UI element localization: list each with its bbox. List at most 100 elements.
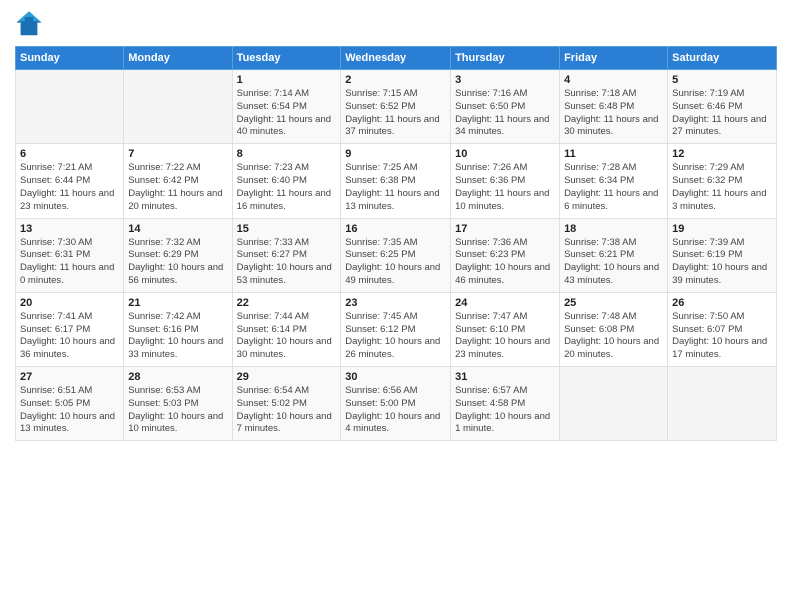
day-info: Sunrise: 6:51 AM Sunset: 5:05 PM Dayligh…	[20, 385, 119, 436]
day-cell: 5 Sunrise: 7:19 AM Sunset: 6:46 PM Daylig…	[668, 70, 777, 144]
day-number: 9	[345, 148, 446, 160]
day-cell: 15 Sunrise: 7:33 AM Sunset: 6:27 PM Dayli…	[232, 218, 341, 292]
day-cell: 19Sunrise: 7:39 AM Sunset: 6:19 PM Dayli…	[668, 218, 777, 292]
day-number: 6	[20, 148, 119, 160]
day-info: Sunrise: 7:18 AM Sunset: 6:48 PM Dayligh…	[564, 88, 663, 139]
day-cell: 21 Sunrise: 7:42 AM Sunset: 6:16 PM Dayli…	[124, 292, 232, 366]
day-info: Sunrise: 7:44 AM Sunset: 6:14 PM Dayligh…	[237, 311, 337, 362]
day-cell: 17 Sunrise: 7:36 AM Sunset: 6:23 PM Dayli…	[451, 218, 560, 292]
day-cell: 25Sunrise: 7:48 AM Sunset: 6:08 PM Dayli…	[560, 292, 668, 366]
day-number: 28	[128, 371, 227, 383]
day-info: Sunrise: 7:33 AM Sunset: 6:27 PM Dayligh…	[237, 237, 337, 288]
day-number: 7	[128, 148, 227, 160]
day-info: Sunrise: 7:29 AM Sunset: 6:32 PM Dayligh…	[672, 162, 772, 213]
day-info: Sunrise: 7:30 AM Sunset: 6:31 PM Dayligh…	[20, 237, 119, 288]
day-cell: 22 Sunrise: 7:44 AM Sunset: 6:14 PM Dayli…	[232, 292, 341, 366]
header	[15, 10, 777, 38]
day-number: 10	[455, 148, 555, 160]
day-info: Sunrise: 7:23 AM Sunset: 6:40 PM Dayligh…	[237, 162, 337, 213]
week-row-3: 13 Sunrise: 7:30 AM Sunset: 6:31 PM Dayli…	[16, 218, 777, 292]
day-cell	[560, 367, 668, 441]
day-number: 4	[564, 74, 663, 86]
day-info: Sunrise: 7:39 AM Sunset: 6:19 PM Dayligh…	[672, 237, 772, 288]
day-info: Sunrise: 7:21 AM Sunset: 6:44 PM Dayligh…	[20, 162, 119, 213]
day-info: Sunrise: 6:54 AM Sunset: 5:02 PM Dayligh…	[237, 385, 337, 436]
day-cell: 6 Sunrise: 7:21 AM Sunset: 6:44 PM Daylig…	[16, 144, 124, 218]
day-info: Sunrise: 7:38 AM Sunset: 6:21 PM Dayligh…	[564, 237, 663, 288]
day-cell: 8 Sunrise: 7:23 AM Sunset: 6:40 PM Daylig…	[232, 144, 341, 218]
day-info: Sunrise: 7:19 AM Sunset: 6:46 PM Dayligh…	[672, 88, 772, 139]
day-cell	[668, 367, 777, 441]
day-number: 22	[237, 297, 337, 309]
weekday-header-tuesday: Tuesday	[232, 47, 341, 70]
day-info: Sunrise: 7:50 AM Sunset: 6:07 PM Dayligh…	[672, 311, 772, 362]
day-info: Sunrise: 7:42 AM Sunset: 6:16 PM Dayligh…	[128, 311, 227, 362]
day-info: Sunrise: 7:48 AM Sunset: 6:08 PM Dayligh…	[564, 311, 663, 362]
day-cell: 7 Sunrise: 7:22 AM Sunset: 6:42 PM Daylig…	[124, 144, 232, 218]
day-number: 1	[237, 74, 337, 86]
weekday-header-monday: Monday	[124, 47, 232, 70]
weekday-header-wednesday: Wednesday	[341, 47, 451, 70]
day-number: 16	[345, 223, 446, 235]
day-info: Sunrise: 7:14 AM Sunset: 6:54 PM Dayligh…	[237, 88, 337, 139]
day-number: 8	[237, 148, 337, 160]
day-info: Sunrise: 7:25 AM Sunset: 6:38 PM Dayligh…	[345, 162, 446, 213]
day-number: 27	[20, 371, 119, 383]
weekday-header-friday: Friday	[560, 47, 668, 70]
day-cell: 10 Sunrise: 7:26 AM Sunset: 6:36 PM Dayli…	[451, 144, 560, 218]
day-cell: 12 Sunrise: 7:29 AM Sunset: 6:32 PM Dayli…	[668, 144, 777, 218]
week-row-5: 27 Sunrise: 6:51 AM Sunset: 5:05 PM Dayli…	[16, 367, 777, 441]
day-number: 17	[455, 223, 555, 235]
week-row-4: 20 Sunrise: 7:41 AM Sunset: 6:17 PM Dayli…	[16, 292, 777, 366]
day-info: Sunrise: 7:41 AM Sunset: 6:17 PM Dayligh…	[20, 311, 119, 362]
logo-icon	[15, 10, 43, 38]
day-number: 29	[237, 371, 337, 383]
day-cell: 30Sunrise: 6:56 AM Sunset: 5:00 PM Dayli…	[341, 367, 451, 441]
day-number: 20	[20, 297, 119, 309]
day-cell: 13 Sunrise: 7:30 AM Sunset: 6:31 PM Dayli…	[16, 218, 124, 292]
day-info: Sunrise: 7:22 AM Sunset: 6:42 PM Dayligh…	[128, 162, 227, 213]
day-cell: 23 Sunrise: 7:45 AM Sunset: 6:12 PM Dayli…	[341, 292, 451, 366]
day-info: Sunrise: 7:32 AM Sunset: 6:29 PM Dayligh…	[128, 237, 227, 288]
day-number: 11	[564, 148, 663, 160]
day-cell	[16, 70, 124, 144]
day-cell: 14 Sunrise: 7:32 AM Sunset: 6:29 PM Dayli…	[124, 218, 232, 292]
day-info: Sunrise: 7:47 AM Sunset: 6:10 PM Dayligh…	[455, 311, 555, 362]
day-number: 3	[455, 74, 555, 86]
day-number: 18	[564, 223, 663, 235]
day-info: Sunrise: 7:15 AM Sunset: 6:52 PM Dayligh…	[345, 88, 446, 139]
weekday-header-row: SundayMondayTuesdayWednesdayThursdayFrid…	[16, 47, 777, 70]
day-cell: 24 Sunrise: 7:47 AM Sunset: 6:10 PM Dayli…	[451, 292, 560, 366]
day-info: Sunrise: 7:16 AM Sunset: 6:50 PM Dayligh…	[455, 88, 555, 139]
calendar: SundayMondayTuesdayWednesdayThursdayFrid…	[15, 46, 777, 441]
day-info: Sunrise: 7:35 AM Sunset: 6:25 PM Dayligh…	[345, 237, 446, 288]
day-cell: 9 Sunrise: 7:25 AM Sunset: 6:38 PM Daylig…	[341, 144, 451, 218]
day-number: 31	[455, 371, 555, 383]
day-number: 13	[20, 223, 119, 235]
week-row-2: 6 Sunrise: 7:21 AM Sunset: 6:44 PM Daylig…	[16, 144, 777, 218]
day-info: Sunrise: 7:26 AM Sunset: 6:36 PM Dayligh…	[455, 162, 555, 213]
day-info: Sunrise: 6:53 AM Sunset: 5:03 PM Dayligh…	[128, 385, 227, 436]
weekday-header-thursday: Thursday	[451, 47, 560, 70]
day-cell	[124, 70, 232, 144]
week-row-1: 1 Sunrise: 7:14 AM Sunset: 6:54 PM Daylig…	[16, 70, 777, 144]
day-number: 24	[455, 297, 555, 309]
day-info: Sunrise: 6:57 AM Sunset: 4:58 PM Dayligh…	[455, 385, 555, 436]
day-cell: 28 Sunrise: 6:53 AM Sunset: 5:03 PM Dayli…	[124, 367, 232, 441]
day-cell: 18 Sunrise: 7:38 AM Sunset: 6:21 PM Dayli…	[560, 218, 668, 292]
day-number: 14	[128, 223, 227, 235]
day-cell: 1 Sunrise: 7:14 AM Sunset: 6:54 PM Daylig…	[232, 70, 341, 144]
day-number: 23	[345, 297, 446, 309]
logo	[15, 10, 47, 38]
day-number: 15	[237, 223, 337, 235]
day-cell: 3 Sunrise: 7:16 AM Sunset: 6:50 PM Daylig…	[451, 70, 560, 144]
day-number: 5	[672, 74, 772, 86]
day-cell: 4 Sunrise: 7:18 AM Sunset: 6:48 PM Daylig…	[560, 70, 668, 144]
day-cell: 2Sunrise: 7:15 AM Sunset: 6:52 PM Daylig…	[341, 70, 451, 144]
day-info: Sunrise: 7:45 AM Sunset: 6:12 PM Dayligh…	[345, 311, 446, 362]
day-info: Sunrise: 7:36 AM Sunset: 6:23 PM Dayligh…	[455, 237, 555, 288]
day-number: 21	[128, 297, 227, 309]
day-number: 12	[672, 148, 772, 160]
day-number: 26	[672, 297, 772, 309]
day-cell: 29 Sunrise: 6:54 AM Sunset: 5:02 PM Dayli…	[232, 367, 341, 441]
